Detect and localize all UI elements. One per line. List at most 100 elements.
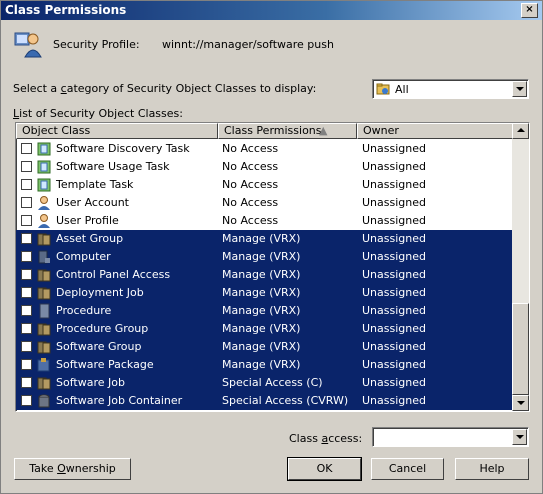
table-row[interactable]: Software Package Manage (VRX) Unassigned	[16, 356, 513, 374]
task-icon	[37, 142, 51, 156]
scroll-up-button[interactable]	[512, 123, 529, 139]
object-class-cell: Software Group	[56, 340, 142, 353]
folder-icon	[376, 83, 390, 95]
group-icon	[37, 341, 51, 354]
group-icon	[37, 323, 51, 336]
class-permissions-cell: No Access	[222, 142, 279, 155]
owner-cell: Unassigned	[362, 178, 426, 191]
category-dropdown[interactable]: All	[372, 79, 529, 99]
category-selected: All	[395, 83, 409, 96]
cancel-button[interactable]: Cancel	[371, 458, 444, 480]
row-checkbox[interactable]	[21, 197, 32, 208]
table-row[interactable]: Software Usage Task No Access Unassigned	[16, 158, 513, 176]
container-icon	[38, 394, 50, 408]
row-checkbox[interactable]	[21, 395, 32, 406]
table-row[interactable]: Software Discovery Task No Access Unassign…	[16, 140, 513, 158]
scroll-thumb[interactable]	[512, 303, 529, 395]
class-permissions-cell: No Access	[222, 160, 279, 173]
table-row[interactable]: Control Panel Access Manage (VRX) Unassign…	[16, 266, 513, 284]
class-permissions-cell: Manage (VRX)	[222, 286, 301, 299]
owner-cell: Unassigned	[362, 394, 426, 407]
table-row[interactable]: Software Job Container Special Access (CV…	[16, 392, 513, 410]
row-checkbox[interactable]	[21, 215, 32, 226]
owner-cell: Unassigned	[362, 322, 426, 335]
security-profile-label: Security Profile:	[53, 38, 140, 51]
user-icon	[38, 214, 50, 228]
object-class-cell: Software Usage Task	[56, 160, 170, 173]
owner-cell: Unassigned	[362, 250, 426, 263]
row-checkbox[interactable]	[21, 359, 32, 370]
scroll-down-icon	[517, 401, 525, 405]
table-row[interactable]: Asset Group Manage (VRX) Unassigned	[16, 230, 513, 248]
row-checkbox[interactable]	[21, 269, 32, 280]
vertical-scrollbar[interactable]	[512, 123, 529, 411]
table-row[interactable]: Procedure Group Manage (VRX) Unassigned	[16, 320, 513, 338]
table-row[interactable]: Template Task No Access Unassigned	[16, 176, 513, 194]
table-row[interactable]: Computer Manage (VRX) Unassigned	[16, 248, 513, 266]
take-ownership-button[interactable]: Take Ownership	[14, 458, 131, 480]
object-class-cell: User Profile	[56, 214, 119, 227]
row-checkbox[interactable]	[21, 233, 32, 244]
chevron-down-icon[interactable]	[512, 429, 527, 445]
group-icon	[37, 287, 51, 300]
class-permissions-cell: No Access	[222, 178, 279, 191]
table-row[interactable]: Procedure Manage (VRX) Unassigned	[16, 302, 513, 320]
owner-cell: Unassigned	[362, 340, 426, 353]
object-class-list[interactable]: Object Class Class Permissions ▲ Owner So…	[15, 122, 530, 412]
object-class-cell: Software Discovery Task	[56, 142, 190, 155]
class-access-label: Class access:	[289, 432, 363, 445]
class-permissions-cell: Manage (VRX)	[222, 340, 301, 353]
class-permissions-cell: Special Access (CVRW)	[222, 394, 349, 407]
owner-cell: Unassigned	[362, 304, 426, 317]
window-title: Class Permissions	[5, 3, 127, 17]
owner-cell: Unassigned	[362, 160, 426, 173]
object-class-cell: Procedure	[56, 304, 112, 317]
owner-cell: Unassigned	[362, 214, 426, 227]
owner-cell: Unassigned	[362, 142, 426, 155]
class-permissions-cell: Manage (VRX)	[222, 268, 301, 281]
object-class-cell: Software Job	[56, 376, 125, 389]
row-checkbox[interactable]	[21, 179, 32, 190]
class-permissions-cell: Manage (VRX)	[222, 232, 301, 245]
owner-cell: Unassigned	[362, 286, 426, 299]
object-class-cell: Software Package	[56, 358, 154, 371]
class-permissions-cell: Manage (VRX)	[222, 358, 301, 371]
owner-cell: Unassigned	[362, 196, 426, 209]
class-permissions-cell: No Access	[222, 214, 279, 227]
user-icon	[38, 196, 50, 210]
object-class-cell: Computer	[56, 250, 111, 263]
row-checkbox[interactable]	[21, 341, 32, 352]
title-bar: Class Permissions ×	[1, 1, 542, 20]
group-icon	[37, 377, 51, 390]
close-button[interactable]: ×	[521, 3, 538, 18]
class-access-dropdown[interactable]	[372, 427, 529, 447]
owner-cell: Unassigned	[362, 376, 426, 389]
class-permissions-cell: Manage (VRX)	[222, 250, 301, 263]
row-checkbox[interactable]	[21, 251, 32, 262]
document-icon	[39, 303, 50, 319]
row-checkbox[interactable]	[21, 377, 32, 388]
chevron-down-icon[interactable]	[512, 81, 527, 97]
table-row[interactable]: User Profile No Access Unassigned	[16, 212, 513, 230]
table-row[interactable]: Software Job Special Access (C) Unassigned	[16, 374, 513, 392]
help-button[interactable]: Help	[455, 458, 529, 480]
table-row[interactable]: User Account No Access Unassigned	[16, 194, 513, 212]
column-header-class-permissions[interactable]: Class Permissions ▲	[218, 123, 357, 139]
row-checkbox[interactable]	[21, 161, 32, 172]
table-row[interactable]: Software Group Manage (VRX) Unassigned	[16, 338, 513, 356]
ok-button[interactable]: OK	[287, 457, 362, 481]
row-checkbox[interactable]	[21, 305, 32, 316]
list-label: List of Security Object Classes:	[13, 107, 183, 120]
row-checkbox[interactable]	[21, 143, 32, 154]
owner-cell: Unassigned	[362, 268, 426, 281]
column-header-object-class[interactable]: Object Class	[16, 123, 218, 139]
task-icon	[37, 178, 51, 192]
owner-cell: Unassigned	[362, 358, 426, 371]
column-header-owner[interactable]: Owner	[357, 123, 513, 139]
class-permissions-dialog: Class Permissions × Security Profile: wi…	[0, 0, 543, 494]
table-row[interactable]: Deployment Job Manage (VRX) Unassigned	[16, 284, 513, 302]
row-checkbox[interactable]	[21, 287, 32, 298]
scroll-down-button[interactable]	[512, 395, 529, 411]
group-icon	[37, 233, 51, 246]
row-checkbox[interactable]	[21, 323, 32, 334]
